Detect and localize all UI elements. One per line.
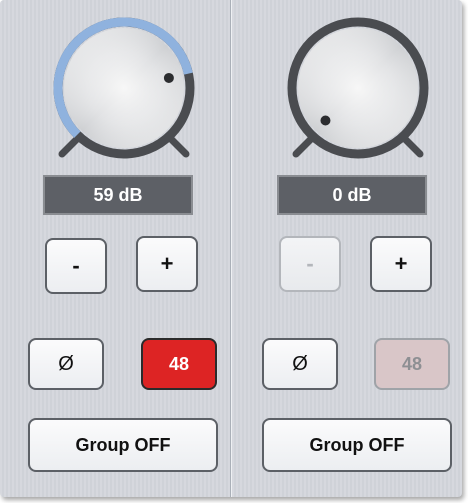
gain-value-display: 0 dB	[277, 175, 427, 215]
group-toggle-button[interactable]: Group OFF	[262, 418, 452, 472]
gain-knob[interactable]	[0, 8, 231, 178]
phase-invert-button[interactable]: Ø	[28, 338, 104, 390]
phantom-power-button[interactable]: 48	[374, 338, 450, 390]
knob-sheen	[298, 28, 418, 148]
knob-pointer-dot	[320, 115, 331, 126]
channel-2: 0 dB - + Ø 48 Group OFF	[232, 0, 462, 497]
preamp-panel: 59 dB - + Ø 48 Group OFF 0 dB - + Ø 48 G…	[0, 0, 462, 497]
gain-value-display: 59 dB	[43, 175, 193, 215]
knob-sheen	[64, 28, 184, 148]
knob-pointer-dot	[163, 72, 174, 83]
gain-decrease-button[interactable]: -	[45, 238, 107, 294]
gain-decrease-button[interactable]: -	[279, 236, 341, 292]
phantom-power-button[interactable]: 48	[141, 338, 217, 390]
gain-knob[interactable]	[232, 8, 462, 178]
phase-invert-button[interactable]: Ø	[262, 338, 338, 390]
gain-increase-button[interactable]: +	[370, 236, 432, 292]
channel-1: 59 dB - + Ø 48 Group OFF	[0, 0, 231, 497]
gain-increase-button[interactable]: +	[136, 236, 198, 292]
group-toggle-button[interactable]: Group OFF	[28, 418, 218, 472]
